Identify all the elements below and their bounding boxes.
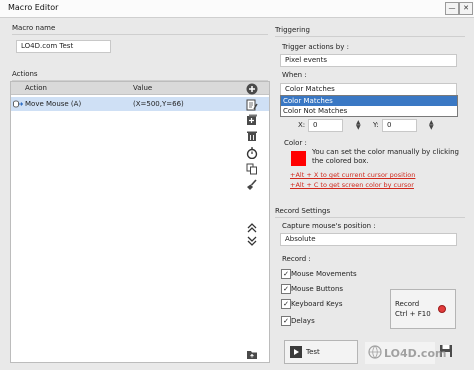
divider [12, 34, 268, 35]
clear-brush-icon[interactable] [245, 178, 258, 191]
minimize-button[interactable]: — [445, 2, 459, 15]
color-label: Color : [284, 139, 307, 147]
record-label: Record : [282, 255, 311, 263]
title-bar: Macro Editor — ✕ [0, 0, 474, 18]
window-title: Macro Editor [8, 3, 59, 12]
when-option-matches[interactable]: Color Matches [281, 96, 457, 106]
test-button-label: Test [306, 348, 320, 356]
record-dot-icon [438, 305, 446, 313]
when-dropdown-list: Color Matches Color Not Matches [280, 95, 458, 117]
mouse-buttons-checkbox[interactable]: ✓ [281, 284, 291, 294]
y-input[interactable]: 0 [382, 119, 417, 132]
row-value: (X=500,Y=66) [133, 100, 184, 108]
add-action-icon[interactable] [245, 82, 258, 95]
x-stepper-icon[interactable]: ▲ ▼ [356, 120, 361, 131]
record-settings-label: Record Settings [275, 207, 331, 215]
open-folder-icon[interactable] [245, 347, 258, 360]
alt-x-link[interactable]: +Alt + X to get current cursor position [290, 171, 415, 179]
mouse-icon [13, 100, 24, 110]
watermark-logo: LO4D.com [365, 342, 446, 364]
trigger-by-select[interactable]: Pixel events [280, 54, 457, 67]
alt-c-link[interactable]: +Alt + C to get screen color by cursor [290, 181, 414, 189]
capture-label: Capture mouse's position : [282, 222, 376, 230]
mouse-buttons-label: Mouse Buttons [291, 285, 344, 293]
test-button[interactable]: Test [284, 340, 358, 364]
column-header-action: Action [25, 84, 47, 92]
macro-name-input[interactable]: LO4D.com Test [16, 40, 111, 53]
delays-checkbox[interactable]: ✓ [281, 316, 291, 326]
x-label: X: [298, 121, 306, 129]
play-icon [290, 346, 302, 358]
when-label: When : [282, 71, 307, 79]
x-input[interactable]: 0 [308, 119, 343, 132]
record-button-label: Record [395, 300, 420, 308]
insert-action-icon[interactable] [245, 113, 258, 126]
timer-icon[interactable] [245, 146, 258, 159]
y-stepper-icon[interactable]: ▲ ▼ [429, 120, 434, 131]
column-header-value: Value [133, 84, 153, 92]
move-down-icon[interactable] [245, 234, 258, 247]
table-row[interactable]: Move Mouse (A) (X=500,Y=66) [11, 97, 269, 111]
record-button[interactable]: Record Ctrl + F10 [390, 289, 456, 329]
triggering-label: Triggering [275, 26, 310, 34]
delete-action-icon[interactable] [245, 129, 258, 142]
trigger-by-label: Trigger actions by : [282, 43, 349, 51]
edit-action-icon[interactable] [245, 98, 258, 111]
watermark-text: LO4D.com [384, 347, 447, 360]
close-button[interactable]: ✕ [459, 2, 473, 15]
keyboard-keys-label: Keyboard Keys [291, 300, 343, 308]
actions-table[interactable]: Action Value Move Mouse (A) (X=500,Y=66) [10, 81, 270, 363]
copy-icon[interactable] [245, 162, 258, 175]
mouse-movements-label: Mouse Movements [291, 270, 357, 278]
mouse-movements-checkbox[interactable]: ✓ [281, 269, 291, 279]
when-option-not-matches[interactable]: Color Not Matches [281, 106, 457, 116]
table-header: Action Value [11, 82, 269, 95]
row-action: Move Mouse (A) [25, 100, 82, 108]
divider [275, 217, 465, 218]
globe-icon [368, 345, 382, 361]
macro-name-label: Macro name [12, 24, 56, 32]
color-hint: You can set the color manually by clicki… [312, 148, 459, 165]
keyboard-keys-checkbox[interactable]: ✓ [281, 299, 291, 309]
color-swatch[interactable] [291, 151, 306, 166]
divider [275, 36, 465, 37]
record-shortcut: Ctrl + F10 [395, 310, 431, 318]
actions-label: Actions [12, 70, 38, 78]
y-label: Y: [373, 121, 379, 129]
capture-select[interactable]: Absolute [280, 233, 457, 246]
move-up-icon[interactable] [245, 221, 258, 234]
delays-label: Delays [291, 317, 315, 325]
